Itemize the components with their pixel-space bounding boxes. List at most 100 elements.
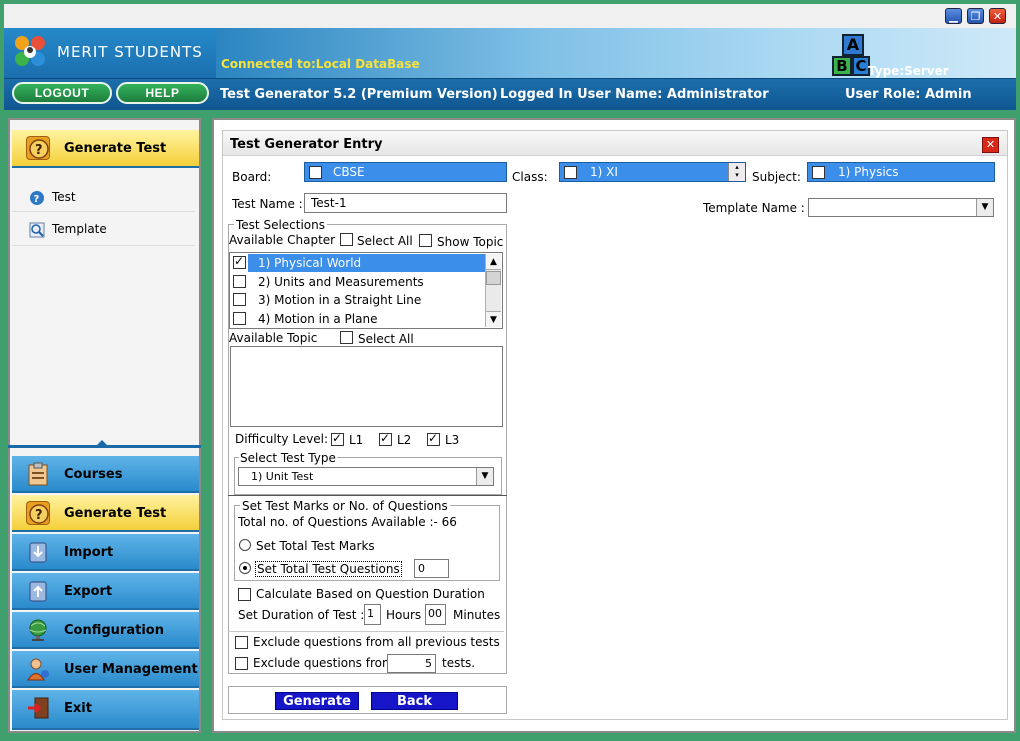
abc-block-a: A (842, 34, 864, 56)
back-button[interactable]: Back (371, 692, 458, 710)
test-type-select[interactable]: 1) Unit Test ▼ (238, 467, 494, 486)
calc-duration-checkbox[interactable] (238, 588, 251, 601)
duration-label: Set Duration of Test : (238, 608, 365, 622)
hours-input[interactable]: 1 (364, 604, 381, 625)
difficulty-label: Difficulty Level: (235, 432, 329, 446)
chapter-item[interactable]: 3) Motion in a Straight Line (258, 293, 421, 307)
sidebar-menu-user-management[interactable]: User Management (12, 651, 199, 688)
scroll-thumb[interactable] (486, 271, 501, 285)
chapter-item[interactable]: 4) Motion in a Plane (258, 312, 377, 326)
server-type: Type:Server (868, 64, 949, 78)
exclude-count-input[interactable]: 5 (387, 654, 436, 673)
divider (228, 495, 507, 496)
sidebar-menu-configuration[interactable]: Configuration (12, 612, 199, 649)
class-spinner[interactable]: ▴ ▾ (728, 163, 745, 181)
minimize-icon[interactable]: ▁ (945, 8, 962, 24)
marks-legend: Set Test Marks or No. of Questions (240, 499, 450, 513)
hours-label: Hours (386, 608, 422, 622)
test-type-legend: Select Test Type (239, 451, 337, 465)
minutes-input[interactable]: 00 (425, 604, 446, 625)
minutes-label: Minutes (453, 608, 501, 622)
sidebar-menu-courses[interactable]: Courses (12, 456, 199, 493)
panel-close-icon[interactable]: ✕ (982, 137, 999, 153)
close-icon[interactable]: ✕ (989, 8, 1006, 24)
chapter-select-all-checkbox[interactable] (340, 233, 353, 246)
chapter-item[interactable]: 1) Physical World (258, 256, 361, 270)
class-select[interactable]: 1) XI ▴▾ (559, 162, 746, 182)
subject-select[interactable]: 1) Physics (807, 162, 995, 182)
tests-label: tests. (442, 656, 476, 670)
template-name-select[interactable]: ▼ (808, 198, 994, 217)
chevron-down-icon[interactable]: ▼ (476, 468, 493, 485)
chapter-checkbox[interactable] (233, 254, 246, 269)
chapter-checkbox[interactable] (233, 293, 246, 306)
chapter-checkbox[interactable] (233, 275, 246, 288)
questions-input[interactable]: 0 (414, 559, 449, 578)
chapter-scrollbar[interactable]: ▲ ▼ (485, 254, 501, 327)
students-logo-icon (12, 34, 52, 72)
restore-icon[interactable]: ❐ (967, 8, 984, 24)
class-value: 1) XI (590, 165, 618, 179)
scroll-down-icon[interactable]: ▼ (486, 311, 501, 327)
available-chapter-label: Available Chapter (229, 233, 336, 247)
level-l1-checkbox[interactable] (331, 431, 344, 446)
help-icon: ? (30, 191, 44, 205)
exclude-all-checkbox[interactable] (235, 636, 248, 649)
help-button[interactable]: HELP (116, 82, 209, 104)
sidebar-item-test[interactable]: ? Test (12, 184, 195, 212)
question-icon: ? (26, 136, 50, 160)
topic-list[interactable] (230, 346, 503, 427)
level-l3-checkbox[interactable] (427, 431, 440, 446)
total-questions-radio[interactable] (239, 562, 251, 574)
total-marks-radio[interactable] (239, 539, 251, 551)
user-icon (26, 657, 50, 681)
sidebar-item-template[interactable]: Template (12, 216, 195, 246)
logged-in-user: Logged In User Name: Administrator (500, 87, 769, 102)
test-name-label: Test Name : (232, 197, 303, 211)
panel-title: Test Generator Entry (230, 137, 383, 152)
svg-text:?: ? (35, 508, 43, 523)
level-l3-label: L3 (445, 433, 460, 447)
board-checkbox[interactable] (309, 164, 322, 179)
sidebar-header-generate-test[interactable]: ? Generate Test (12, 130, 199, 168)
sidebar-menu-import[interactable]: Import (12, 534, 199, 571)
sidebar-menu-export[interactable]: Export (12, 573, 199, 610)
chevron-down-icon[interactable]: ▼ (976, 199, 993, 216)
subject-value: 1) Physics (838, 165, 899, 179)
subject-label: Subject: (752, 170, 801, 184)
board-select[interactable]: CBSE (304, 162, 507, 182)
magnifier-icon (29, 222, 45, 238)
chapter-item[interactable]: 2) Units and Measurements (258, 275, 424, 289)
scroll-up-icon[interactable]: ▲ (486, 254, 501, 270)
sidebar-menu-label: Configuration (64, 623, 164, 638)
sidebar-menu-label: Export (64, 584, 113, 599)
sidebar-menu-label: User Management (64, 662, 198, 677)
exclude-from-checkbox[interactable] (235, 657, 248, 670)
sidebar-header-label: Generate Test (64, 141, 167, 156)
divider (228, 631, 504, 632)
generate-button[interactable]: Generate (275, 692, 359, 710)
logout-button[interactable]: LOGOUT (12, 82, 112, 104)
test-name-input[interactable]: Test-1 (304, 193, 507, 213)
test-selections-legend: Test Selections (234, 218, 327, 232)
class-label: Class: (512, 170, 548, 184)
globe-icon (26, 618, 50, 642)
svg-text:?: ? (35, 143, 43, 158)
show-topic-checkbox[interactable] (419, 234, 432, 247)
sidebar-menu-label: Exit (64, 701, 92, 716)
available-topic-label: Available Topic (229, 331, 318, 345)
class-checkbox[interactable] (564, 164, 577, 179)
window-titlebar (4, 4, 1016, 28)
calc-duration-label: Calculate Based on Question Duration (256, 587, 485, 601)
sidebar-item-label: Template (52, 222, 107, 236)
total-marks-label: Set Total Test Marks (256, 539, 375, 553)
sidebar-menu-generate-test[interactable]: ? Generate Test (12, 495, 199, 532)
export-icon (26, 579, 50, 603)
sidebar-menu-exit[interactable]: Exit (12, 690, 199, 730)
splitter-arrow-icon (96, 440, 108, 446)
topic-select-all-checkbox[interactable] (340, 331, 353, 344)
level-l2-checkbox[interactable] (379, 431, 392, 446)
subject-checkbox[interactable] (812, 164, 825, 179)
chapter-checkbox[interactable] (233, 312, 246, 325)
template-name-label: Template Name : (703, 201, 805, 215)
